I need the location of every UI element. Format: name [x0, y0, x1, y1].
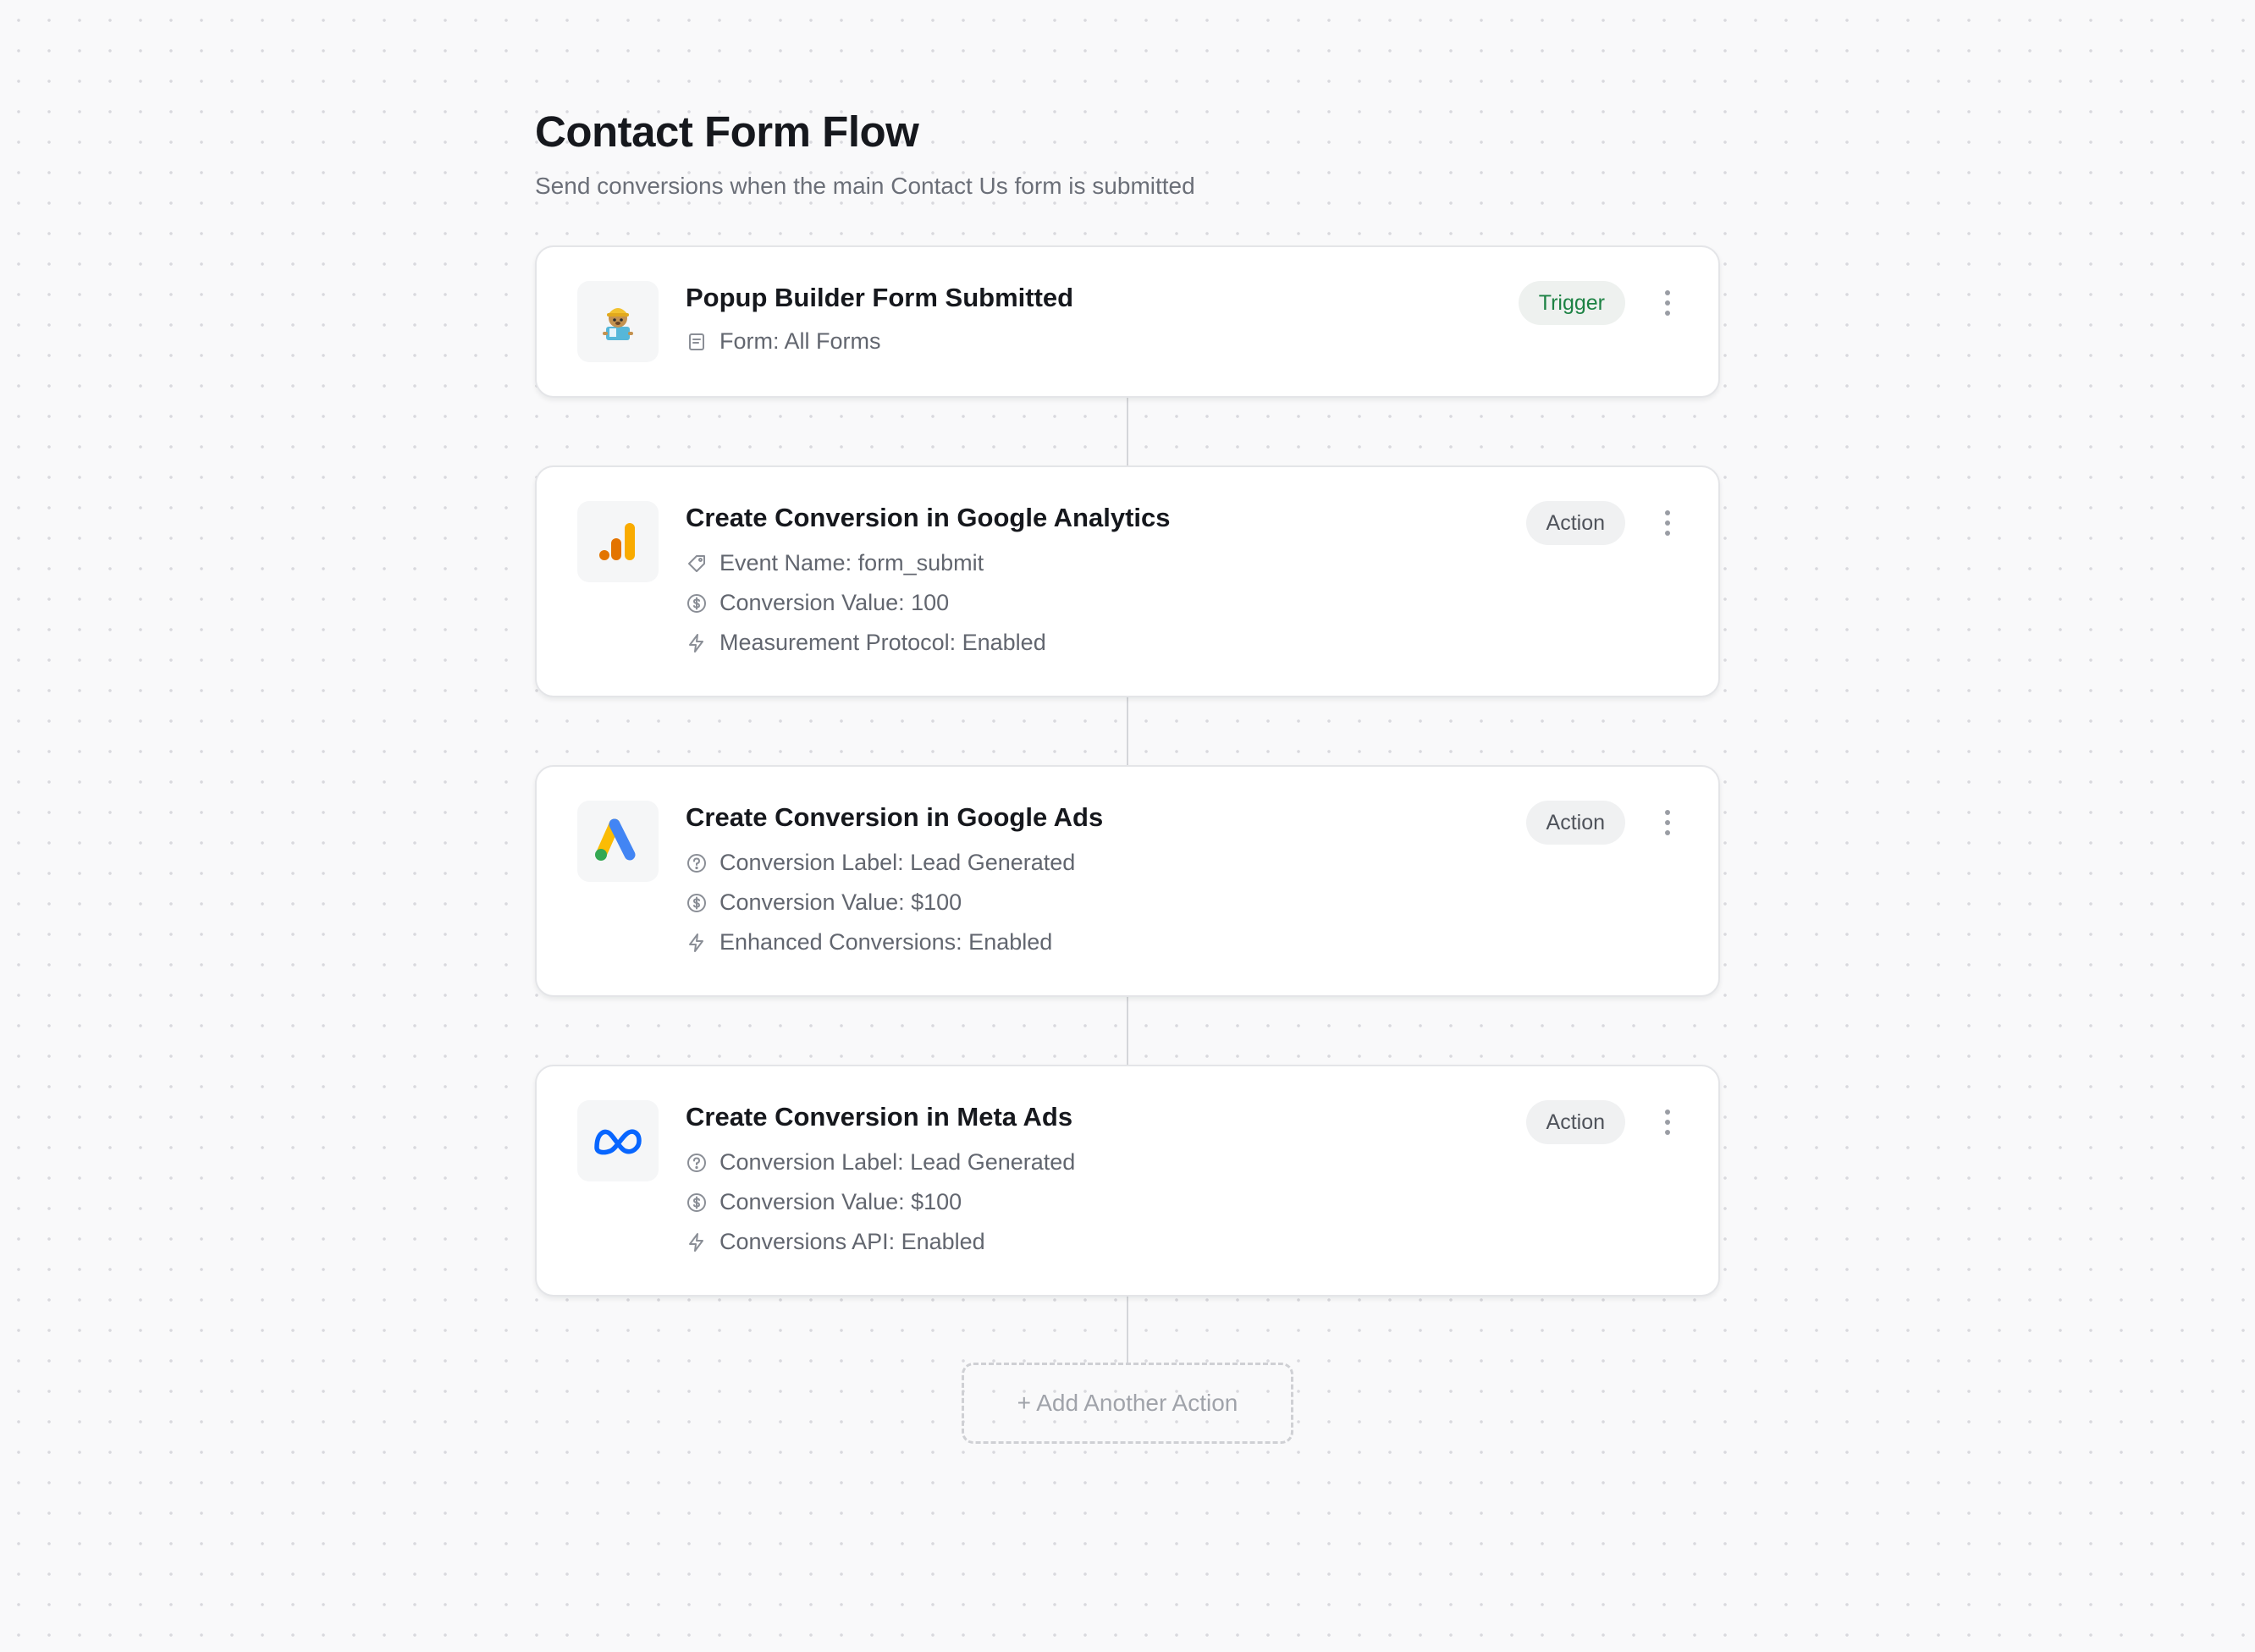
detail-text: Conversion Value: 100 — [720, 590, 950, 615]
page-title: Contact Form Flow — [535, 107, 919, 156]
card-title: Create Conversion in Meta Ads — [686, 1102, 1073, 1132]
detail-text: Form: All Forms — [720, 328, 881, 354]
dollar-circle-icon — [686, 592, 708, 614]
page-subtitle: Send conversions when the main Contact U… — [535, 173, 1195, 199]
more-options-button[interactable] — [1659, 506, 1676, 540]
dollar-circle-icon — [686, 892, 708, 914]
action-card-google-analytics[interactable]: Create Conversion in Google Analytics Ev… — [535, 465, 1720, 697]
detail-row: Enhanced Conversions: Enabled — [686, 929, 1052, 955]
detail-text: Conversion Label: Lead Generated — [720, 850, 1076, 875]
detail-row: Measurement Protocol: Enabled — [686, 630, 1046, 656]
action-card-meta-ads[interactable]: Create Conversion in Meta Ads Conversion… — [535, 1065, 1720, 1297]
tag-icon — [686, 553, 708, 575]
flow-connector — [1127, 997, 1128, 1065]
card-title: Create Conversion in Google Ads — [686, 802, 1104, 832]
flow-connector — [1127, 697, 1128, 765]
dollar-circle-icon — [686, 1192, 708, 1214]
popup-builder-mascot-icon — [577, 281, 659, 362]
detail-row: Conversion Value: $100 — [686, 1189, 962, 1215]
card-title: Popup Builder Form Submitted — [686, 283, 1074, 312]
detail-text: Measurement Protocol: Enabled — [720, 630, 1046, 655]
detail-text: Conversion Value: $100 — [720, 889, 962, 915]
detail-text: Enhanced Conversions: Enabled — [720, 929, 1053, 955]
detail-text: Conversion Value: $100 — [720, 1189, 962, 1214]
detail-text: Conversion Label: Lead Generated — [720, 1149, 1076, 1175]
meta-icon — [577, 1100, 659, 1181]
detail-text: Conversions API: Enabled — [720, 1229, 985, 1254]
more-vertical-icon — [1665, 290, 1670, 316]
lightning-icon — [686, 1231, 708, 1253]
lightning-icon — [686, 632, 708, 654]
detail-text: Event Name: form_submit — [720, 550, 984, 575]
detail-row: Conversion Label: Lead Generated — [686, 1149, 1075, 1176]
detail-row: Form: All Forms — [686, 328, 881, 355]
trigger-badge: Trigger — [1518, 281, 1625, 325]
more-options-button[interactable] — [1659, 286, 1676, 320]
action-badge: Action — [1525, 1100, 1625, 1144]
more-vertical-icon — [1665, 1110, 1670, 1135]
google-analytics-icon — [577, 501, 659, 582]
form-icon — [686, 331, 708, 353]
add-another-action-button[interactable]: + Add Another Action — [962, 1363, 1293, 1444]
google-ads-icon — [577, 801, 659, 882]
trigger-card[interactable]: Popup Builder Form Submitted Form: All F… — [535, 245, 1720, 398]
detail-row: Event Name: form_submit — [686, 550, 984, 576]
more-options-button[interactable] — [1659, 806, 1676, 840]
action-card-google-ads[interactable]: Create Conversion in Google Ads Conversi… — [535, 765, 1720, 997]
flow-connector — [1127, 398, 1128, 465]
action-badge: Action — [1525, 801, 1625, 845]
more-vertical-icon — [1665, 810, 1670, 835]
detail-row: Conversion Label: Lead Generated — [686, 850, 1075, 876]
flow-connector — [1127, 1297, 1128, 1364]
more-vertical-icon — [1665, 510, 1670, 536]
card-title: Create Conversion in Google Analytics — [686, 503, 1171, 532]
question-circle-icon — [686, 852, 708, 874]
lightning-icon — [686, 932, 708, 954]
detail-row: Conversion Value: $100 — [686, 889, 962, 916]
detail-row: Conversion Value: 100 — [686, 590, 949, 616]
action-badge: Action — [1525, 501, 1625, 545]
question-circle-icon — [686, 1152, 708, 1174]
detail-row: Conversions API: Enabled — [686, 1229, 985, 1255]
more-options-button[interactable] — [1659, 1105, 1676, 1139]
